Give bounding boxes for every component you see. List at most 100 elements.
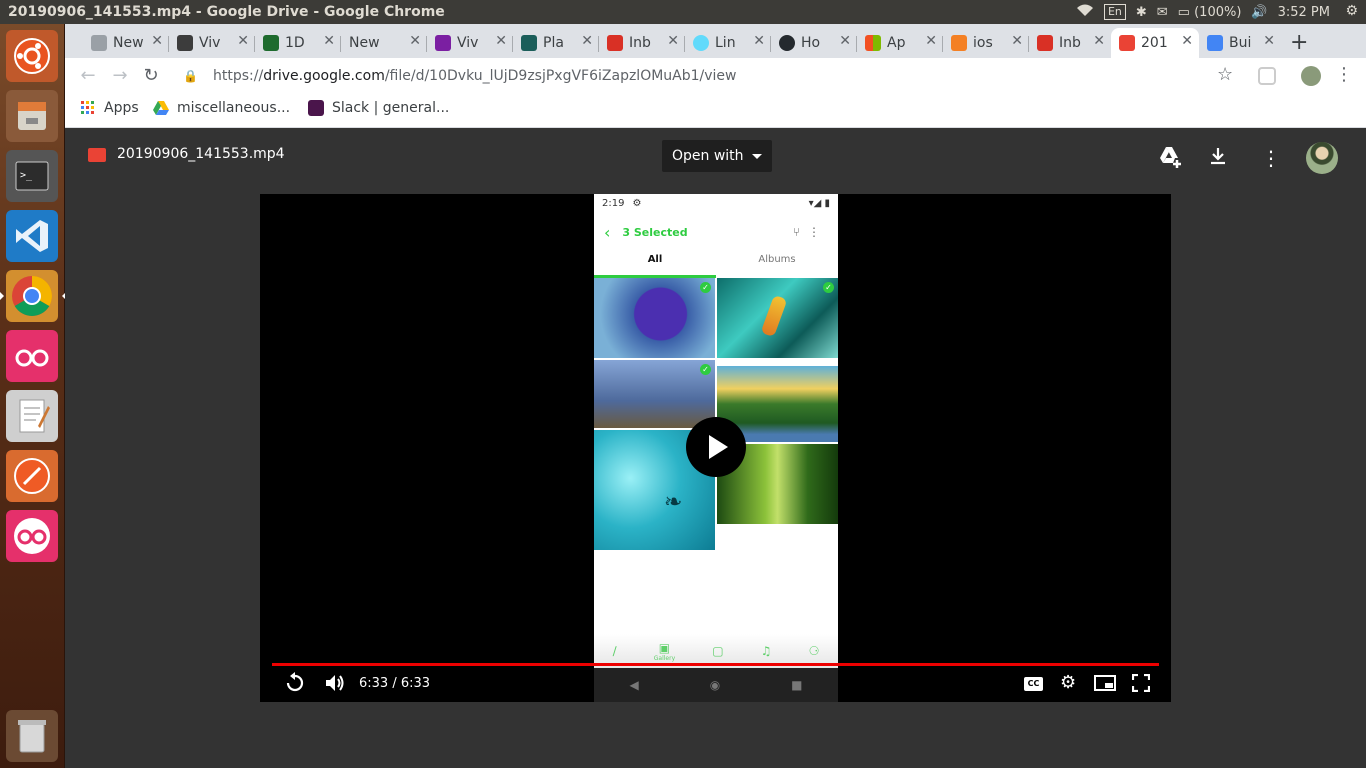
close-icon[interactable]: ✕ (667, 33, 679, 49)
forward-button[interactable]: → (109, 65, 131, 87)
tab-viv-1[interactable]: Viv ✕ (169, 28, 255, 58)
account-avatar[interactable] (1306, 142, 1338, 174)
system-top-panel: 20190906_141553.mp4 - Google Drive - Goo… (0, 0, 1366, 24)
share-more-icons: ⑂⋮ (792, 225, 828, 239)
power-gear-icon[interactable]: ⚙ (1345, 3, 1358, 19)
fullscreen-icon[interactable] (1131, 673, 1151, 696)
postman-icon[interactable] (6, 450, 58, 502)
close-icon[interactable]: ✕ (1263, 33, 1275, 49)
terminal-icon[interactable]: >_ (6, 150, 58, 202)
tab-viv-2[interactable]: Viv ✕ (427, 28, 513, 58)
more-options-icon[interactable]: ⋮ (1261, 146, 1281, 170)
open-with-button[interactable]: Open with (662, 140, 772, 172)
bookmark-apps-label: Apps (104, 100, 139, 116)
bluetooth-icon[interactable]: ✱ (1136, 5, 1147, 20)
volume-icon[interactable]: 🔊 (1251, 5, 1267, 20)
close-icon[interactable]: ✕ (1011, 33, 1023, 49)
close-icon[interactable]: ✕ (323, 33, 335, 49)
bookmark-slack[interactable]: Slack | general... (308, 100, 449, 116)
reload-button[interactable]: ↻ (140, 65, 162, 87)
drive-file-viewer: 20190906_141553.mp4 Open with ⋮ 2:19 ⚙ ▾… (65, 128, 1366, 768)
trash-icon[interactable] (6, 710, 58, 762)
clock[interactable]: 3:52 PM (1278, 5, 1330, 20)
video-file-icon (88, 148, 106, 162)
keyboard-layout-indicator[interactable]: En (1103, 4, 1126, 20)
tab-new-tab-2[interactable]: New Ta ✕ (341, 28, 427, 58)
close-icon[interactable]: ✕ (495, 33, 507, 49)
tab-new-tab-1[interactable]: New Ta✕ (83, 28, 169, 58)
close-icon[interactable]: ✕ (1181, 33, 1193, 49)
tab-title: ios (973, 35, 993, 51)
tab-docs[interactable]: Bui ✕ (1199, 28, 1281, 58)
url-path: /file/d/10Dvku_lUjD9zsjPxgVF6iZapzlOMuAb… (384, 68, 737, 84)
profile-avatar[interactable] (1301, 66, 1321, 86)
add-to-drive-icon[interactable] (1159, 146, 1183, 173)
progress-bar[interactable] (272, 663, 1159, 666)
tab-favicon (865, 35, 881, 51)
wifi-icon[interactable] (1076, 3, 1094, 21)
lock-icon[interactable]: 🔒 (183, 69, 199, 83)
close-icon[interactable]: ✕ (1093, 33, 1105, 49)
bookmark-apps[interactable]: Apps (80, 100, 139, 116)
tab-title: Viv (457, 35, 479, 51)
tab-lin[interactable]: Lin ✕ (685, 28, 771, 58)
tab-favicon (951, 35, 967, 51)
close-icon[interactable]: ✕ (925, 33, 937, 49)
android-nav-bar: ◀ ◉ ■ (594, 668, 838, 702)
replay-icon[interactable] (284, 672, 306, 698)
back-arrow-icon: ‹ (604, 222, 611, 242)
chrome-menu-icon[interactable]: ⋮ (1335, 64, 1353, 85)
window-title: 20190906_141553.mp4 - Google Drive - Goo… (8, 4, 445, 20)
volume-icon[interactable] (324, 673, 346, 697)
folder-icon: ▢ (712, 644, 724, 658)
files-icon[interactable] (6, 90, 58, 142)
battery-indicator[interactable]: ▭ (100%) (1178, 5, 1242, 20)
tab-inbox-1[interactable]: Inb ✕ (599, 28, 685, 58)
tab-github[interactable]: Ho ✕ (771, 28, 857, 58)
settings-gear-icon[interactable]: ⚙ (1060, 672, 1076, 693)
mail-icon[interactable]: ✉ (1157, 5, 1168, 20)
phone-signal-icons: ▾◢ ▮ (808, 198, 830, 209)
dropdown-caret-icon (751, 153, 762, 159)
tab-1d[interactable]: 1D ✕ (255, 28, 341, 58)
close-icon[interactable]: ✕ (753, 33, 765, 49)
tab-stackoverflow[interactable]: ios ✕ (943, 28, 1029, 58)
bookmark-star-icon[interactable]: ☆ (1217, 64, 1233, 85)
ubuntu-dash-icon[interactable] (6, 30, 58, 82)
close-icon[interactable]: ✕ (839, 33, 851, 49)
miniplayer-icon[interactable] (1094, 675, 1116, 695)
extension-icon[interactable] (1258, 67, 1276, 85)
tab-title: Ap (887, 35, 906, 51)
tab-inbox-2[interactable]: Inb ✕ (1029, 28, 1111, 58)
close-icon[interactable]: ✕ (409, 33, 421, 49)
photo-teal-flower: ✓ (717, 278, 838, 358)
flower-petals (760, 294, 788, 338)
tab-favicon (1119, 35, 1135, 51)
address-bar[interactable]: 🔒 https://drive.google.com/file/d/10Dvku… (173, 61, 1253, 91)
back-button[interactable]: ← (77, 65, 99, 87)
check-icon: ✓ (700, 282, 711, 293)
gallery-app-bar: ‹ 3 Selected ⑂⋮ (594, 214, 838, 250)
close-icon[interactable]: ✕ (151, 33, 163, 49)
play-button[interactable] (686, 417, 746, 477)
vscode-icon[interactable] (6, 210, 58, 262)
tab-title: Ho (801, 35, 821, 51)
oo-app-icon[interactable] (6, 330, 58, 382)
new-tab-button[interactable]: + (1290, 30, 1308, 55)
chrome-icon[interactable] (0, 270, 66, 322)
tab-title: Bui (1229, 35, 1252, 51)
captions-button[interactable]: CC (1024, 677, 1043, 691)
text-editor-icon[interactable] (6, 390, 58, 442)
download-icon[interactable] (1209, 146, 1227, 171)
tab-title: Viv (199, 35, 221, 51)
tab-drive-video-active[interactable]: 201 ✕ (1111, 28, 1199, 58)
photo-blue-butterflies: ✓ (594, 360, 715, 428)
bookmark-miscellaneous[interactable]: miscellaneous... (153, 100, 290, 116)
close-icon[interactable]: ✕ (581, 33, 593, 49)
oo-app-2-icon[interactable] (6, 510, 58, 562)
close-icon[interactable]: ✕ (237, 33, 249, 49)
tab-favicon (1207, 35, 1223, 51)
video-player[interactable]: 2:19 ⚙ ▾◢ ▮ ‹ 3 Selected ⑂⋮ All Albums ✓… (260, 194, 1171, 702)
tab-pla[interactable]: Pla ✕ (513, 28, 599, 58)
tab-microsoft[interactable]: Ap ✕ (857, 28, 943, 58)
